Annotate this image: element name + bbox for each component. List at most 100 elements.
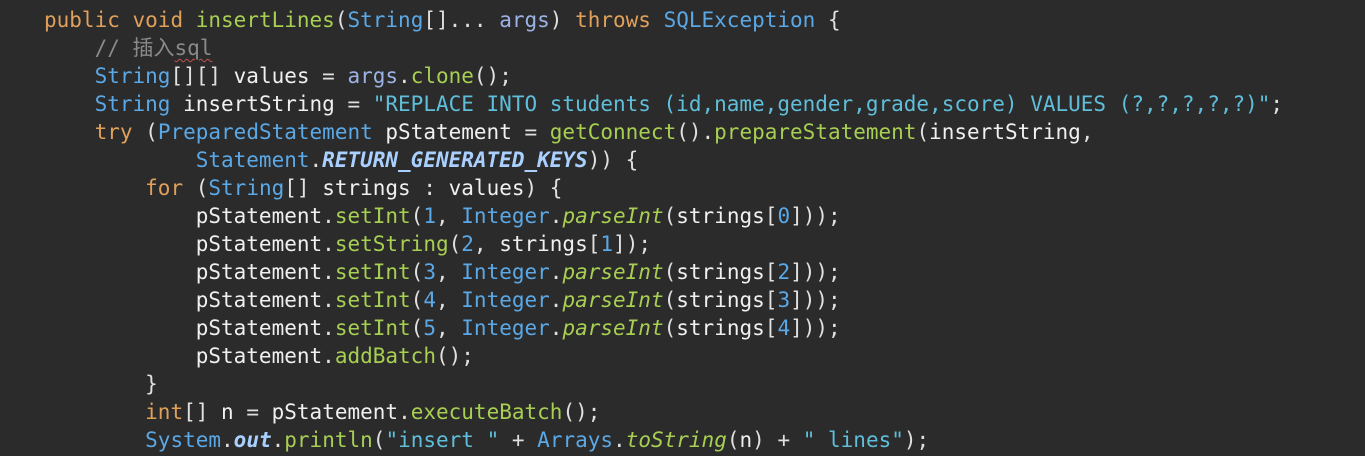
code-token: . <box>549 204 563 228</box>
code-editor[interactable]: public void insertLines(String[]... args… <box>0 0 1365 456</box>
code-token: " lines" <box>802 428 904 452</box>
code-token: [][] <box>170 64 234 88</box>
code-token: public <box>44 8 120 32</box>
code-token: ( <box>410 204 424 228</box>
code-line[interactable]: pStatement.setInt(3, Integer.parseInt(st… <box>44 258 841 286</box>
code-token: int <box>145 400 184 424</box>
code-token: . <box>322 232 335 256</box>
code-token: . <box>322 316 335 340</box>
code-token: Integer <box>461 260 550 284</box>
code-token: strings <box>676 288 765 312</box>
code-line[interactable]: try (PreparedStatement pStatement = getC… <box>44 118 1094 146</box>
code-token: ( <box>726 428 740 452</box>
code-token: [ <box>764 288 778 312</box>
code-line[interactable]: int[] n = pStatement.executeBatch(); <box>44 398 600 426</box>
code-token: . <box>398 64 411 88</box>
code-token: )) { <box>587 148 639 172</box>
code-line[interactable]: } <box>44 370 158 398</box>
code-line[interactable]: public void insertLines(String[]... args… <box>44 6 841 34</box>
code-line[interactable]: System.out.println("insert " + Arrays.to… <box>44 426 929 454</box>
code-token: Statement <box>195 148 310 172</box>
code-token: toString <box>625 428 727 452</box>
code-token: ( <box>132 120 158 144</box>
code-token: 4 <box>777 316 791 340</box>
code-token: . <box>271 428 285 452</box>
code-token: , <box>435 316 462 340</box>
code-line[interactable]: // 插入sql <box>44 34 213 62</box>
code-token: clone <box>410 64 474 88</box>
code-token: = <box>334 92 373 116</box>
code-token: 5 <box>423 316 436 340</box>
code-line[interactable]: pStatement.setInt(4, Integer.parseInt(st… <box>44 286 841 314</box>
code-token: ( <box>372 428 386 452</box>
code-token: PreparedStatement <box>157 120 373 144</box>
code-token: = <box>233 400 272 424</box>
code-token: addBatch <box>334 344 436 368</box>
code-token: values <box>233 64 310 88</box>
code-token: String <box>94 64 171 88</box>
code-token: n <box>221 400 234 424</box>
code-token: ( <box>916 120 930 144</box>
code-token: parseInt <box>562 288 664 312</box>
code-token: // 插入 <box>94 36 175 60</box>
code-token: []... <box>423 8 500 32</box>
code-token: args <box>347 64 399 88</box>
code-token: . <box>221 428 234 452</box>
code-token: , <box>435 260 462 284</box>
code-line[interactable]: pStatement.setString(2, strings[1]); <box>44 230 651 258</box>
code-line[interactable]: String[][] values = args.clone(); <box>44 62 512 90</box>
code-token: ( <box>334 8 348 32</box>
code-token: for <box>145 176 184 200</box>
code-token: executeBatch <box>410 400 563 424</box>
code-token: insertString <box>183 92 335 116</box>
code-token: = <box>511 120 550 144</box>
code-token: 0 <box>777 204 791 228</box>
code-token: parseInt <box>562 204 664 228</box>
code-token: Arrays <box>537 428 614 452</box>
code-line[interactable]: for (String[] strings : values) { <box>44 174 562 202</box>
code-token: [ <box>764 260 778 284</box>
code-token: ) + <box>752 428 803 452</box>
code-line[interactable]: pStatement.setInt(1, Integer.parseInt(st… <box>44 202 841 230</box>
code-token: pStatement <box>195 316 323 340</box>
code-line[interactable]: Statement.RETURN_GENERATED_KEYS)) { <box>44 146 639 174</box>
code-line[interactable]: pStatement.addBatch(); <box>44 342 474 370</box>
code-token: parseInt <box>562 260 664 284</box>
code-token: getConnect <box>549 120 677 144</box>
code-token: setInt <box>334 316 411 340</box>
code-token: SQLException <box>663 8 816 32</box>
code-token: prepareStatement <box>714 120 917 144</box>
code-token: pStatement <box>195 344 323 368</box>
code-token: Integer <box>461 204 550 228</box>
code-token: strings <box>676 260 765 284</box>
code-line[interactable]: String insertString = "REPLACE INTO stud… <box>44 90 1284 118</box>
code-token: pStatement <box>195 288 323 312</box>
code-token: RETURN_GENERATED_KEYS <box>322 148 588 172</box>
code-token: (); <box>473 64 512 88</box>
code-token: parseInt <box>562 316 664 340</box>
code-token: [] <box>284 176 323 200</box>
code-token: , <box>435 288 462 312</box>
code-token: "REPLACE INTO students (id,name,gender,g… <box>372 92 1271 116</box>
code-token: } <box>44 372 158 396</box>
code-token: ])); <box>790 260 841 284</box>
code-line[interactable]: pStatement.setInt(5, Integer.parseInt(st… <box>44 314 841 342</box>
code-token: 3 <box>777 288 791 312</box>
code-token: void <box>132 8 184 32</box>
code-token: args <box>499 8 550 32</box>
code-token: strings <box>499 232 588 256</box>
code-token: String <box>347 8 424 32</box>
code-token: . <box>549 316 563 340</box>
code-token: . <box>613 428 626 452</box>
